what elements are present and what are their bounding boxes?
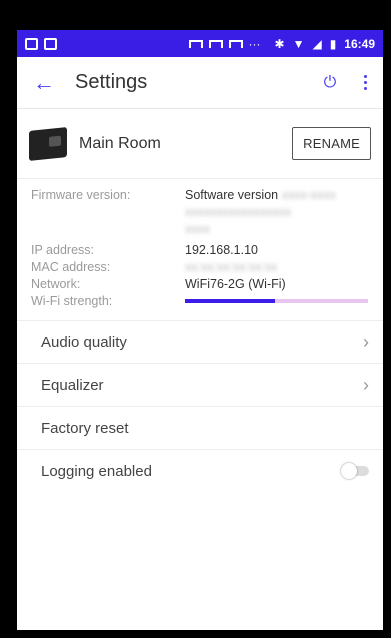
wifi-strength-fill bbox=[185, 299, 275, 303]
device-name: Main Room bbox=[79, 134, 161, 152]
rename-button[interactable]: RENAME bbox=[292, 127, 371, 160]
logging-enabled-item[interactable]: Logging enabled bbox=[17, 449, 383, 492]
speaker-icon bbox=[29, 126, 67, 161]
software-version-redacted: xxxxxxxxxxxxxxxxx bbox=[185, 205, 292, 219]
notification-box-icon bbox=[188, 39, 203, 48]
status-time: 16:49 bbox=[344, 36, 375, 51]
software-version-value: Software version xxxx-xxxx bbox=[185, 188, 336, 202]
wifi-strength-bar bbox=[185, 299, 368, 303]
mac-label: MAC address: bbox=[31, 260, 111, 274]
notification-icon bbox=[25, 37, 38, 50]
settings-list: Audio quality › Equalizer › Factory rese… bbox=[17, 320, 383, 492]
back-arrow-icon[interactable]: ← bbox=[29, 68, 59, 98]
signal-icon: ◢ bbox=[312, 36, 322, 51]
logging-toggle[interactable] bbox=[341, 463, 369, 479]
app-bar: ← Settings ⏻ bbox=[17, 57, 383, 109]
equalizer-label: Equalizer bbox=[41, 376, 104, 394]
chevron-right-icon: › bbox=[363, 331, 369, 352]
battery-icon: ▮ bbox=[329, 36, 337, 51]
network-value: WiFi76-2G (Wi-Fi) bbox=[185, 277, 286, 291]
factory-reset-label: Factory reset bbox=[41, 419, 129, 437]
audio-quality-item[interactable]: Audio quality › bbox=[17, 320, 383, 363]
firmware-label: Firmware version: bbox=[31, 188, 131, 202]
more-notifications-icon: ··· bbox=[248, 36, 261, 51]
wifi-strength-label: Wi-Fi strength: bbox=[31, 294, 113, 308]
notification-box-icon bbox=[208, 39, 223, 48]
status-bar: ··· ✱ ▼ ◢ ▮ 16:49 bbox=[17, 30, 383, 57]
logging-enabled-label: Logging enabled bbox=[41, 462, 152, 480]
power-icon[interactable]: ⏻ bbox=[319, 72, 341, 94]
device-info: Firmware version: Software version xxxx-… bbox=[17, 179, 383, 310]
device-header: Main Room RENAME bbox=[17, 109, 383, 179]
page-title: Settings bbox=[75, 71, 148, 93]
factory-reset-item[interactable]: Factory reset bbox=[17, 406, 383, 449]
wifi-icon: ▼ bbox=[292, 36, 305, 51]
software-version-redacted: xxxx bbox=[185, 222, 210, 236]
mac-value-redacted: xx:xx:xx:xx:xx:xx bbox=[185, 260, 278, 274]
phone-screen: ··· ✱ ▼ ◢ ▮ 16:49 ← Settings ⏻ Main Room… bbox=[17, 30, 383, 630]
equalizer-item[interactable]: Equalizer › bbox=[17, 363, 383, 406]
ip-value: 192.168.1.10 bbox=[185, 243, 258, 257]
overflow-menu-icon[interactable] bbox=[359, 75, 371, 90]
notification-box-icon bbox=[228, 39, 243, 48]
ip-label: IP address: bbox=[31, 243, 95, 257]
bluetooth-icon: ✱ bbox=[274, 36, 285, 51]
network-label: Network: bbox=[31, 277, 81, 291]
audio-quality-label: Audio quality bbox=[41, 333, 127, 351]
app-notification-icon bbox=[44, 37, 57, 50]
chevron-right-icon: › bbox=[363, 374, 369, 395]
